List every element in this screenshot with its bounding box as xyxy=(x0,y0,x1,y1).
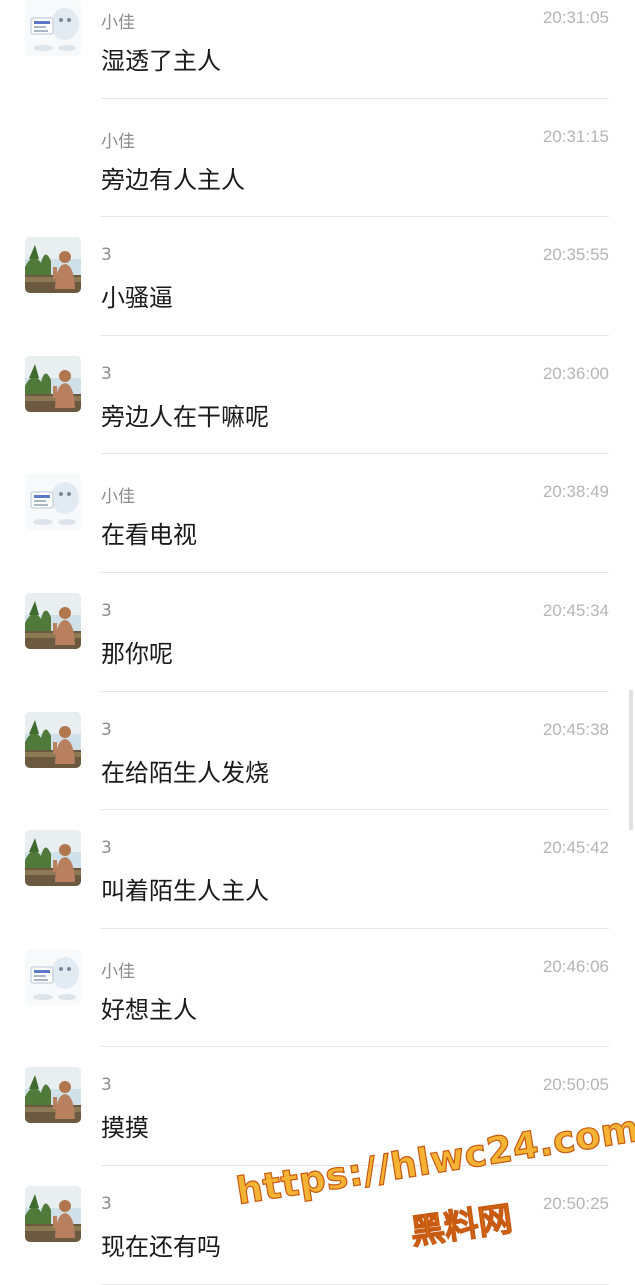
xiaojia-avatar[interactable] xyxy=(25,948,81,1005)
user3-avatar[interactable] xyxy=(25,830,81,887)
watermark-subtitle: 黑料网 xyxy=(408,1198,516,1253)
user3-avatar[interactable] xyxy=(25,355,81,412)
message-time: 20:36:00 xyxy=(542,363,609,383)
message-time: 20:45:34 xyxy=(542,600,609,620)
message-text: 摸摸 xyxy=(101,1114,149,1143)
user3-avatar[interactable] xyxy=(25,711,81,768)
divider xyxy=(101,1283,609,1285)
user3-avatar[interactable] xyxy=(25,1185,81,1242)
user3-avatar[interactable] xyxy=(25,237,81,294)
message-time: 20:45:42 xyxy=(542,838,609,858)
message-text: 小骚逼 xyxy=(101,284,173,313)
message-text: 湿透了主人 xyxy=(101,47,221,75)
message-text: 那你呢 xyxy=(101,639,173,668)
sender-name: 小佳 xyxy=(101,487,135,508)
sender-name: 3 xyxy=(101,363,112,384)
xiaojia-avatar[interactable] xyxy=(25,0,81,56)
list-item[interactable]: 3 20:45:42 叫着陌生人主人 xyxy=(0,810,635,929)
message-text: 旁边有人主人 xyxy=(101,165,245,194)
sender-name: 3 xyxy=(101,245,112,266)
message-time: 20:45:38 xyxy=(542,719,609,739)
message-time: 20:35:55 xyxy=(542,245,609,265)
xiaojia-avatar[interactable] xyxy=(25,474,81,531)
sender-name: 小佳 xyxy=(101,131,135,152)
sender-name: 3 xyxy=(101,1075,112,1096)
message-time: 20:46:06 xyxy=(542,956,609,976)
sender-name: 3 xyxy=(101,1193,112,1214)
chat-history-list: 小佳 20:31:05 湿透了主人 小佳 20:31:15 旁边有人主人 3 2… xyxy=(0,0,635,1285)
sender-name: 小佳 xyxy=(101,961,135,982)
watermark: https://hlwc24.com 黑料网 xyxy=(233,1106,635,1280)
sender-name: 小佳 xyxy=(101,13,135,33)
sender-name: 3 xyxy=(101,600,112,621)
list-item[interactable]: 3 20:45:38 在给陌生人发烧 xyxy=(0,692,635,811)
message-text: 在给陌生人发烧 xyxy=(101,758,269,787)
sender-name: 3 xyxy=(101,719,112,740)
list-item[interactable]: 小佳 20:31:15 旁边有人主人 xyxy=(0,99,635,218)
message-time: 20:31:15 xyxy=(542,126,609,146)
message-text: 好想主人 xyxy=(101,995,197,1024)
message-time: 20:38:49 xyxy=(542,482,609,502)
avatar-hidden xyxy=(25,119,81,175)
message-time: 20:31:05 xyxy=(542,8,609,27)
message-time: 20:50:05 xyxy=(542,1075,609,1095)
list-item[interactable]: 小佳 20:46:06 好想主人 xyxy=(0,929,635,1048)
user3-avatar[interactable] xyxy=(25,592,81,649)
user3-avatar[interactable] xyxy=(25,1067,81,1124)
sender-name: 3 xyxy=(101,838,112,859)
message-text: 叫着陌生人主人 xyxy=(101,877,269,906)
message-text: 现在还有吗 xyxy=(101,1232,221,1261)
list-item[interactable]: 小佳 20:38:49 在看电视 xyxy=(0,454,635,573)
message-text: 在看电视 xyxy=(101,521,197,550)
scrollbar[interactable] xyxy=(629,690,633,830)
list-item[interactable]: 小佳 20:31:05 湿透了主人 xyxy=(0,0,635,99)
message-text: 旁边人在干嘛呢 xyxy=(101,402,269,431)
list-item[interactable]: 3 20:45:34 那你呢 xyxy=(0,573,635,692)
list-item[interactable]: 3 20:35:55 小骚逼 xyxy=(0,217,635,336)
list-item[interactable]: 3 20:36:00 旁边人在干嘛呢 xyxy=(0,336,635,455)
